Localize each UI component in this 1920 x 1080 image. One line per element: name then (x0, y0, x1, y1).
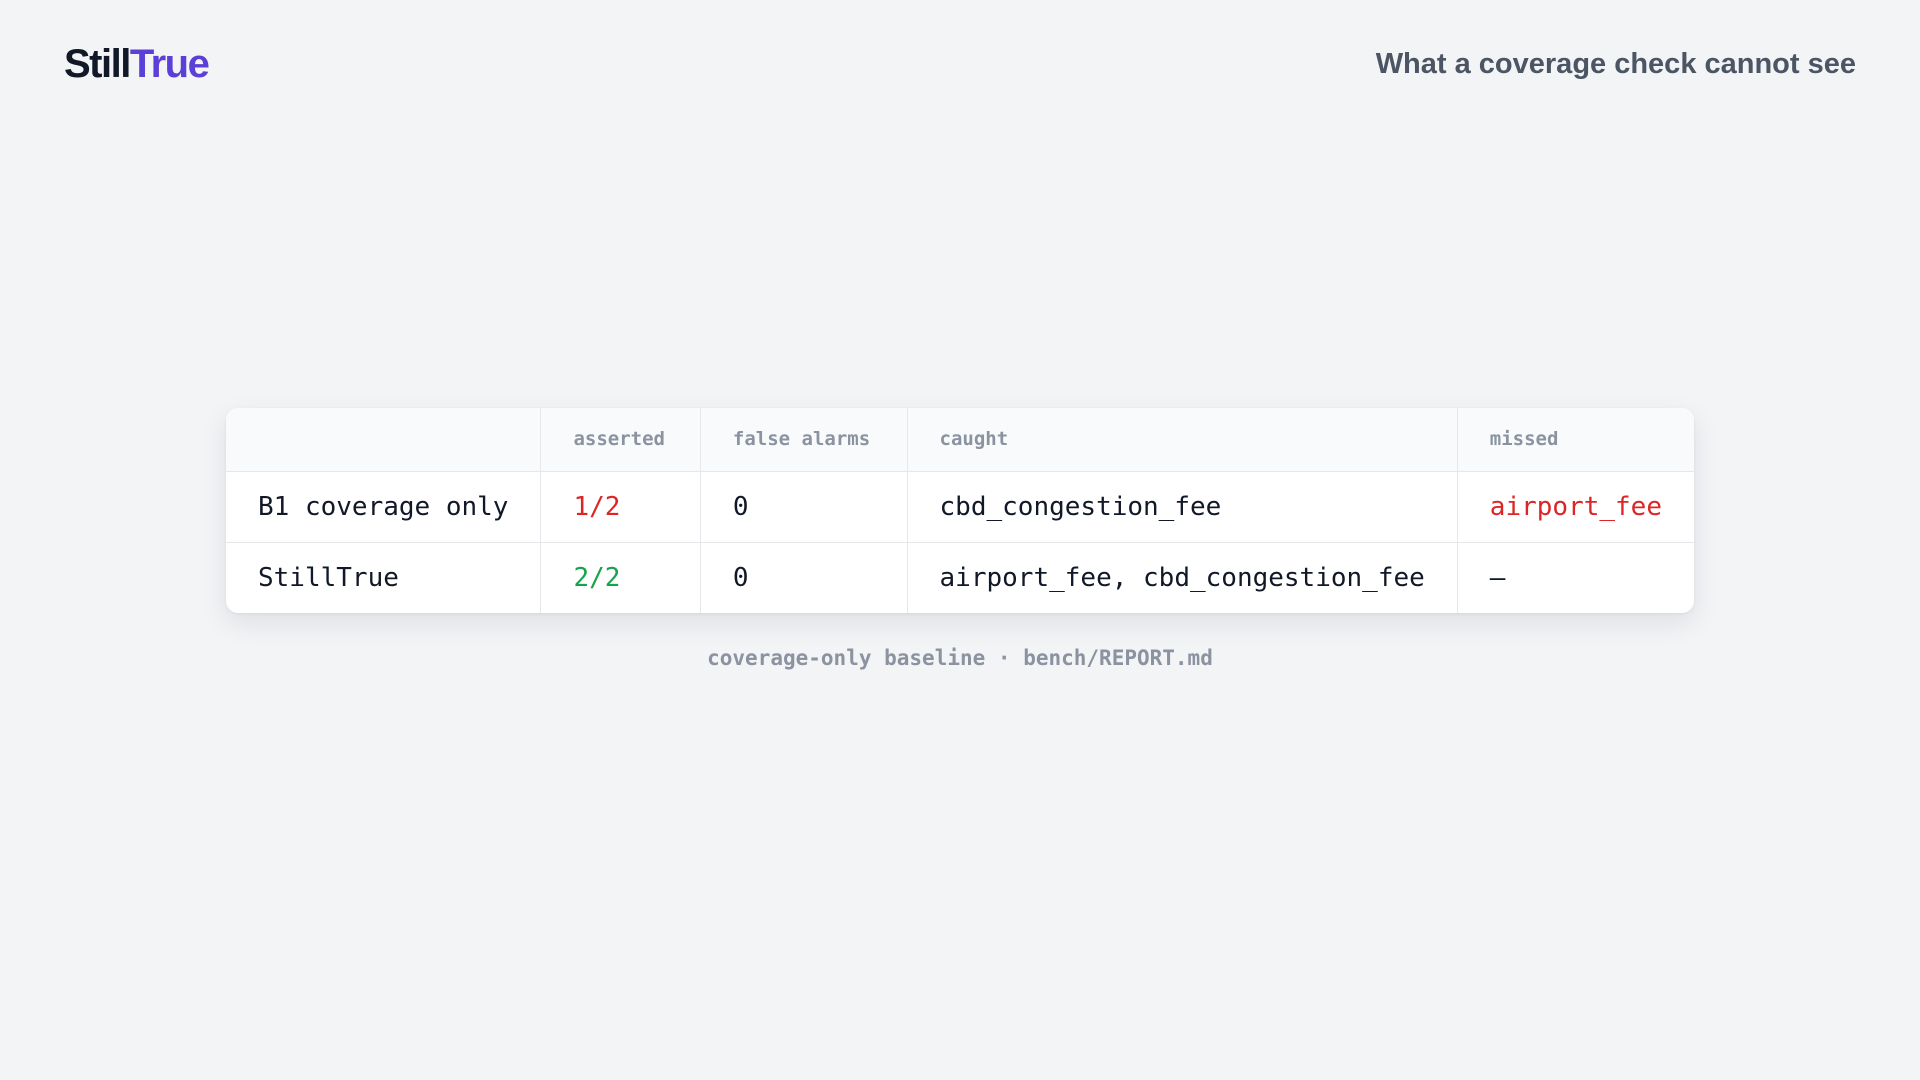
table-caption: coverage-only baseline · bench/REPORT.md (707, 646, 1213, 670)
caught-value: airport_fee, cbd_congestion_fee (906, 542, 1458, 613)
caught-value: cbd_congestion_fee (906, 471, 1458, 542)
header-label (226, 408, 541, 471)
asserted-value: 2/2 (540, 542, 701, 613)
logo-true: True (129, 42, 210, 86)
asserted-value: 1/2 (540, 471, 701, 542)
page-subtitle: What a coverage check cannot see (1375, 48, 1856, 80)
comparison-table-card: asserted false alarms caught missed B1 c… (226, 408, 1694, 613)
row-label: B1 coverage only (258, 491, 509, 522)
header-missed: missed (1456, 408, 1694, 471)
header-caught: caught (906, 408, 1458, 471)
logo: StillTrue (64, 40, 210, 88)
header-asserted: asserted (540, 408, 701, 471)
row-label: StillTrue (258, 562, 399, 593)
table-row: B1 coverage only 1/2 0 cbd_congestion_fe… (226, 471, 1694, 542)
table-header-row: asserted false alarms caught missed (226, 408, 1694, 471)
header-false-alarms: false alarms (699, 408, 908, 471)
false-alarms-value: 0 (699, 542, 908, 613)
table-row: StillTrue 2/2 0 airport_fee, cbd_congest… (226, 542, 1694, 613)
missed-value: airport_fee (1456, 471, 1694, 542)
false-alarms-value: 0 (699, 471, 908, 542)
logo-still: Still (64, 42, 131, 86)
missed-value: — (1456, 542, 1694, 613)
comparison-table: asserted false alarms caught missed B1 c… (226, 408, 1694, 613)
